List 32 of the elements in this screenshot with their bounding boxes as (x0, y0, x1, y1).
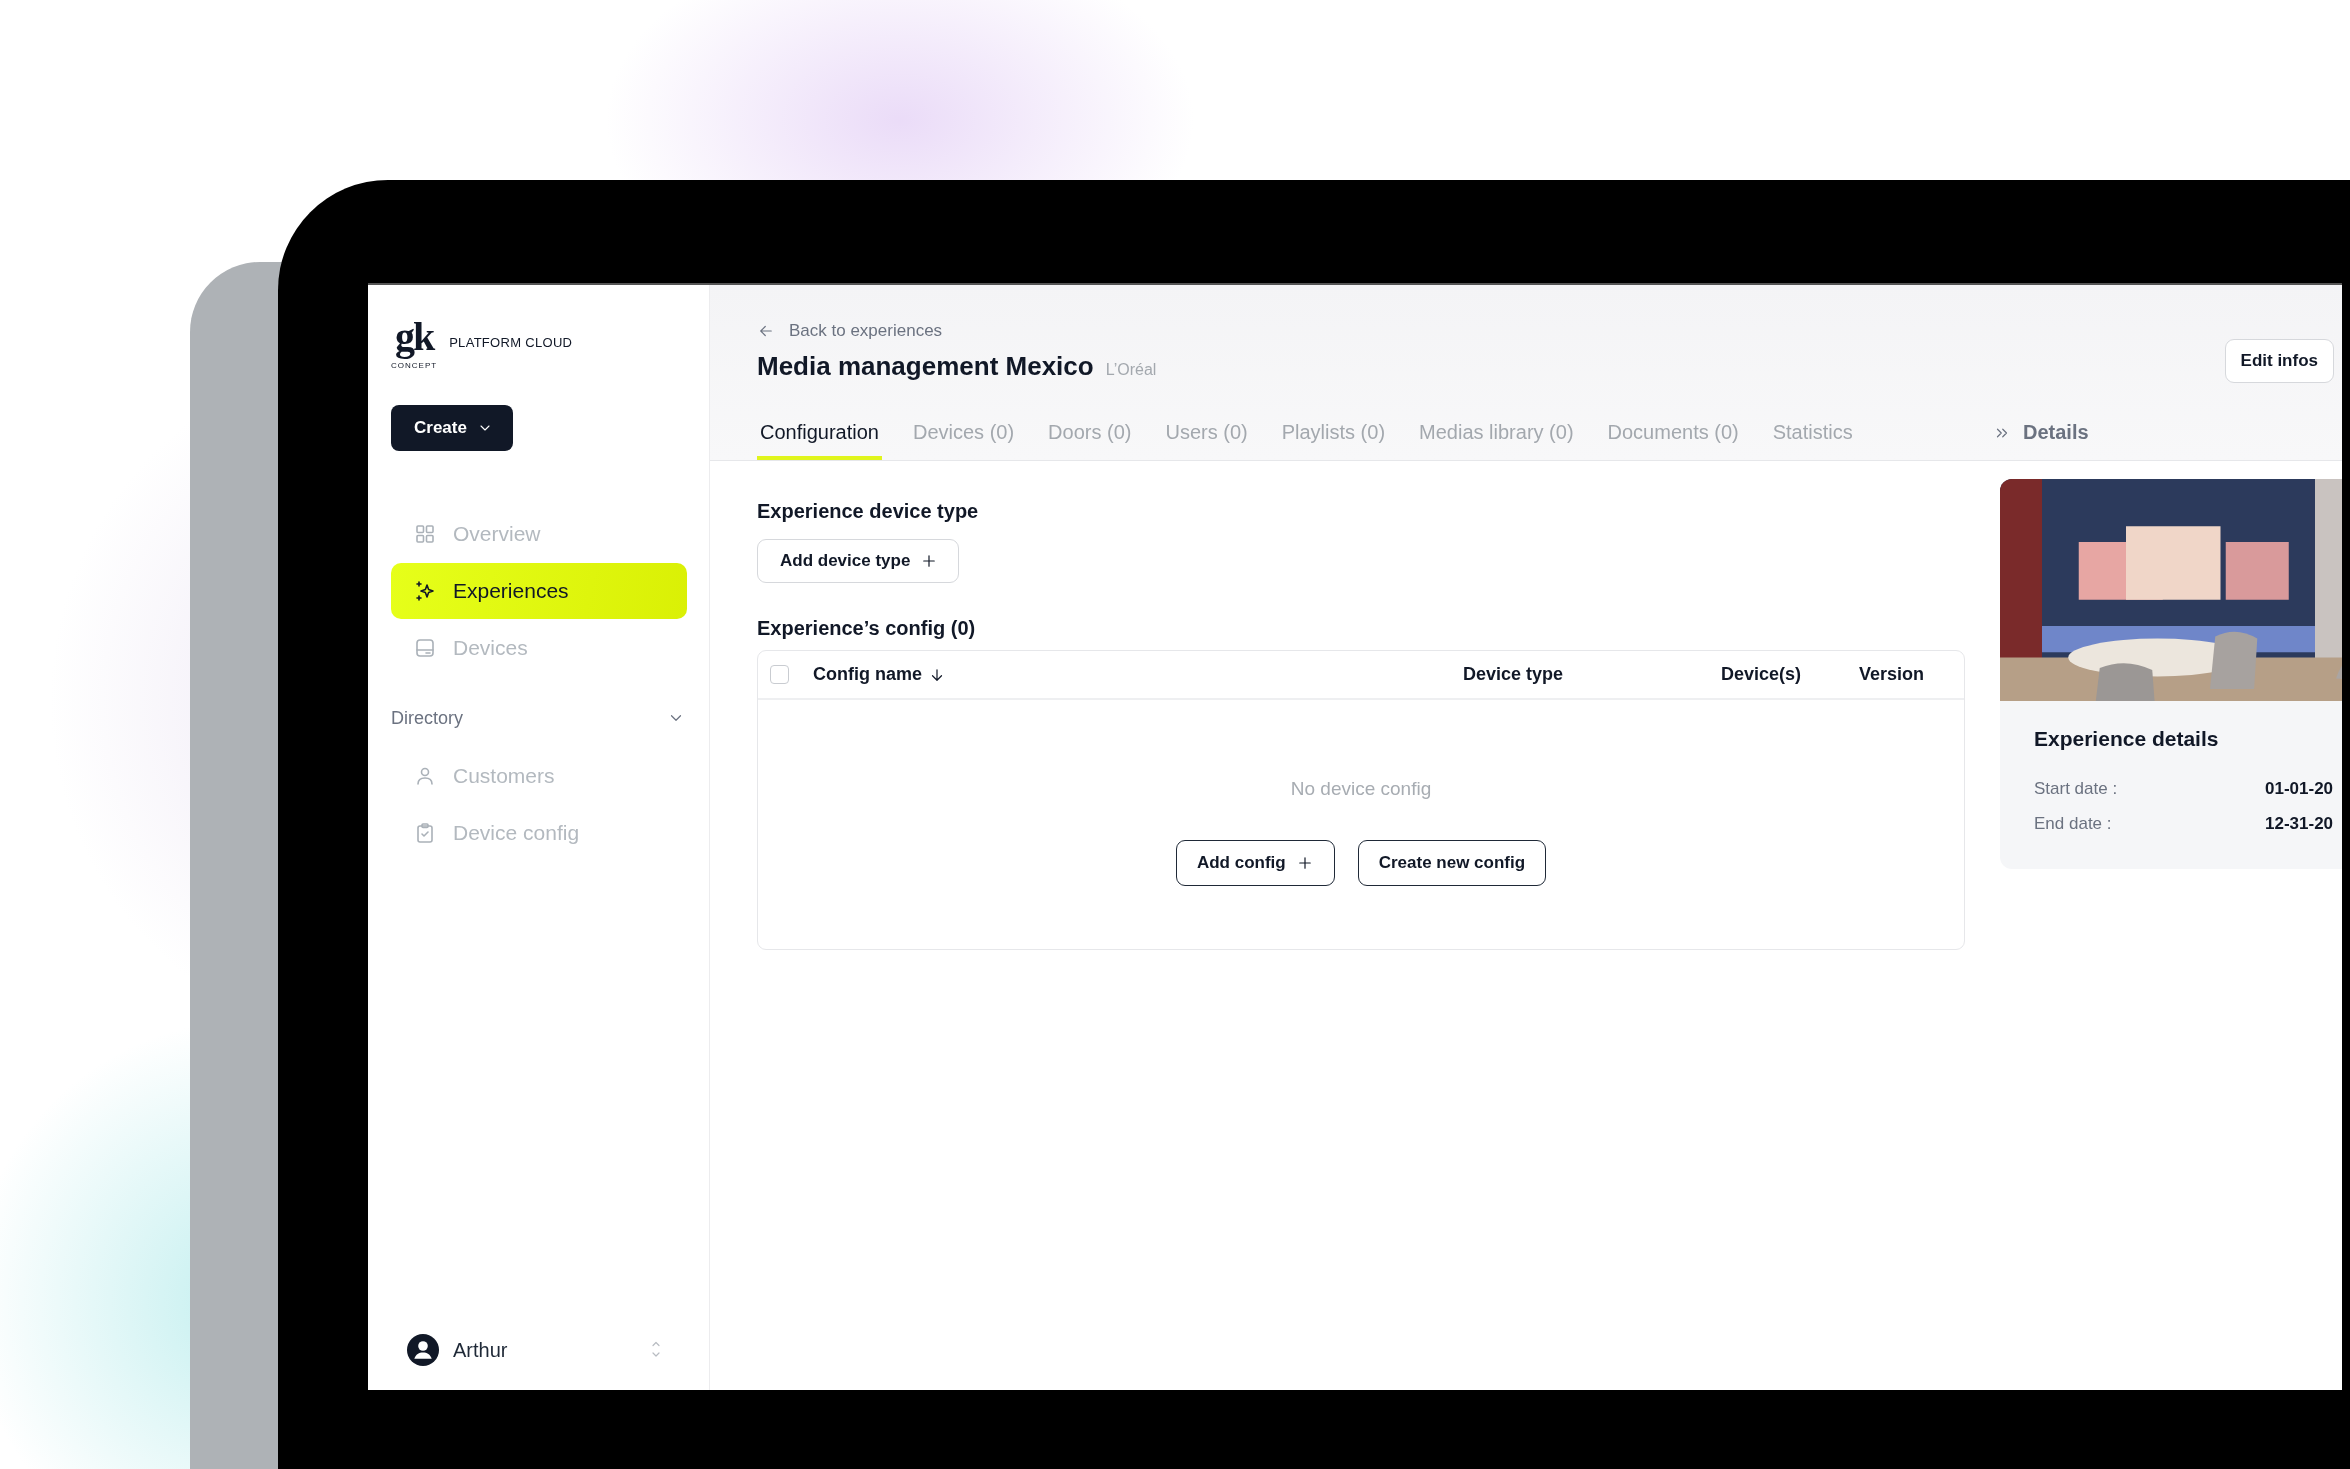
field-value: 12-31-20 (2265, 813, 2334, 834)
add-button[interactable]: Add config (1175, 840, 1335, 886)
section-toggle[interactable]: Directory (391, 688, 687, 748)
edit-button[interactable]: Edit infos (2224, 339, 2334, 383)
create-button[interactable]: Create (391, 405, 513, 451)
logo: gk CONCEPT (391, 321, 438, 371)
avatar-icon (407, 1334, 439, 1366)
field-label: Start date : (2034, 778, 2119, 799)
grid-icon (413, 522, 437, 546)
details-toggle[interactable]: Details (1993, 421, 2089, 460)
column-header[interactable]: Config name (813, 664, 1463, 685)
section-heading: Experience device type (757, 500, 979, 523)
column-header[interactable]: Device(s) (1721, 664, 1859, 685)
column-header[interactable]: Device type (1463, 664, 1721, 685)
column-header[interactable]: Version (1859, 664, 1925, 685)
checkbox[interactable] (770, 665, 789, 684)
back-link[interactable]: Back to experiences (757, 321, 943, 341)
field-value: 01-01-20 (2265, 778, 2334, 799)
add-device-type-button[interactable]: Add device type (757, 539, 960, 583)
drive-icon (413, 636, 437, 660)
product-name: PLATFORM CLOUD (449, 334, 573, 350)
section-heading: Experience’s config (0) (757, 617, 976, 640)
card-heading: Experience details (2034, 727, 2220, 751)
user-name: Arthur (453, 1338, 509, 1362)
page-title: Media management Mexico (757, 351, 1094, 382)
client-name: L’Oréal (1105, 361, 1157, 379)
sparkle-icon (413, 579, 437, 603)
empty-message: No device config (1290, 778, 1432, 800)
field-label: End date : (2034, 813, 2113, 834)
tab[interactable]: Configuration (757, 421, 882, 460)
create-button[interactable]: Create new config (1357, 840, 1547, 886)
nav-item[interactable]: Experiences (391, 563, 687, 619)
